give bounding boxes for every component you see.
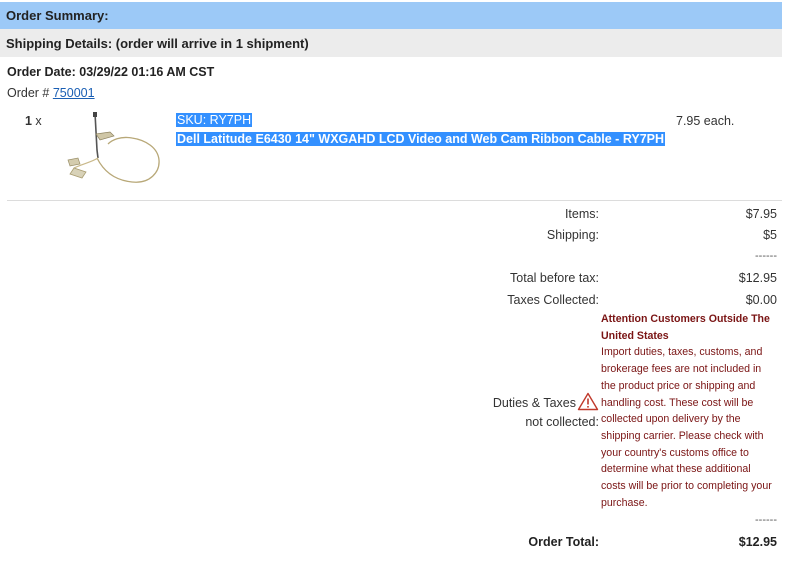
- order-number-label: Order #: [7, 86, 53, 100]
- warning-icon[interactable]: [577, 392, 599, 411]
- item-price-each: 7.95 each.: [676, 114, 735, 128]
- order-number-link[interactable]: 750001: [53, 86, 95, 100]
- order-summary-title: Order Summary:: [6, 8, 109, 23]
- order-date: Order Date: 03/29/22 01:16 AM CST: [7, 65, 215, 79]
- ribbon-cable-image[interactable]: [62, 110, 172, 192]
- shipping-details-text: Shipping Details: (order will arrive in …: [6, 36, 309, 51]
- totals-separator-2: ------: [755, 514, 777, 526]
- duties-taxes-label-line1: Duties & Taxes: [492, 396, 576, 410]
- international-notice: Attention Customers Outside The United S…: [601, 311, 776, 511]
- notice-title: Attention Customers Outside The United S…: [601, 313, 770, 342]
- item-quantity: 1 x: [25, 114, 42, 128]
- shipping-details-bar: Shipping Details: (order will arrive in …: [0, 29, 782, 57]
- duties-taxes-label: Duties & Taxes not collected:: [493, 392, 599, 432]
- order-summary-bar: Order Summary:: [0, 2, 782, 29]
- item-name[interactable]: Dell Latitude E6430 14" WXGAHD LCD Video…: [176, 132, 666, 146]
- item-sku[interactable]: SKU: RY7PH: [176, 113, 253, 127]
- divider: [7, 200, 782, 201]
- order-total-label: Order Total:: [528, 535, 599, 549]
- taxes-collected-label: Taxes Collected:: [507, 293, 599, 307]
- item-sku-text: SKU: RY7PH: [176, 113, 253, 127]
- item-quantity-value: 1: [25, 114, 32, 128]
- items-value: $7.95: [745, 207, 777, 221]
- shipping-label: Shipping:: [546, 228, 599, 242]
- order-number-row: Order # 750001: [7, 86, 95, 100]
- order-total-value: $12.95: [738, 535, 777, 549]
- item-quantity-suffix: x: [31, 114, 42, 128]
- shipping-value: $5: [763, 228, 777, 242]
- duties-taxes-label-line2: not collected:: [525, 415, 599, 429]
- total-before-tax-label: Total before tax:: [510, 271, 599, 285]
- totals-separator: ------: [755, 250, 777, 262]
- items-label: Items:: [564, 207, 599, 221]
- total-before-tax-value: $12.95: [738, 271, 777, 285]
- taxes-collected-value: $0.00: [745, 293, 777, 307]
- item-name-text: Dell Latitude E6430 14" WXGAHD LCD Video…: [176, 132, 666, 146]
- notice-body: Import duties, taxes, customs, and broke…: [601, 346, 772, 509]
